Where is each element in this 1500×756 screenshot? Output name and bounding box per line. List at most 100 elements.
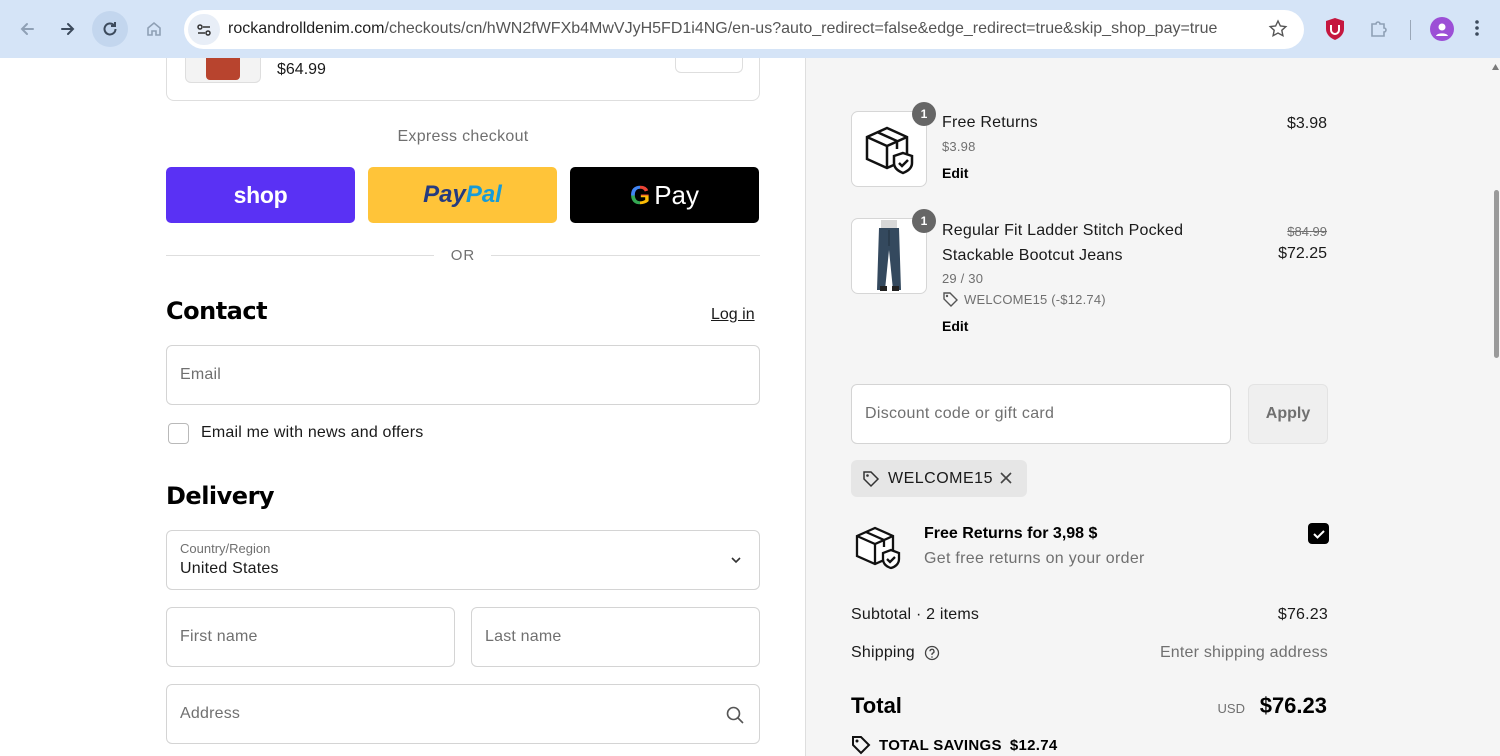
google-pay-label: Pay [654,179,700,210]
edit-item-link[interactable]: Edit [942,165,968,181]
search-icon [726,706,744,724]
tag-icon [943,292,958,307]
tag-icon [863,471,880,488]
total-savings: TOTAL SAVINGS $12.74 [851,735,1058,755]
quantity-badge: 1 [912,102,936,126]
savings-label: TOTAL SAVINGS [879,736,1002,754]
cart-item-card: $64.99 [166,58,760,101]
extensions-button[interactable] [1368,17,1390,44]
divider-left [166,255,434,256]
quantity-selector[interactable] [675,58,743,73]
discount-placeholder: Discount code or gift card [865,405,1055,422]
subtotal-value: $76.23 [1277,606,1328,623]
bookmark-star-button[interactable] [1268,19,1288,44]
address-placeholder: Address [180,705,241,722]
shipping-value: Enter shipping address [1159,644,1328,661]
star-icon [1268,19,1288,38]
country-label: Country/Region [180,541,271,556]
newsletter-label[interactable]: Email me with news and offers [201,424,424,442]
first-name-placeholder: First name [180,628,258,645]
close-icon[interactable] [998,470,1014,486]
url-host: rockandrolldenim.com [228,20,385,37]
express-checkout-title: Express checkout [397,128,529,145]
more-vertical-icon [1475,20,1479,36]
contact-heading: Contact [166,297,268,325]
home-button[interactable] [136,11,172,47]
scrollbar-thumb[interactable] [1494,190,1499,358]
subtotal-row: Subtotal · 2 items $76.23 [851,606,1328,624]
ublock-shield-icon [1326,18,1344,40]
scrollbar[interactable] [1492,58,1500,756]
address-bar[interactable]: rockandrolldenim.com/checkouts/cn/hWN2fW… [184,10,1304,49]
toolbar-divider [1410,20,1411,40]
email-placeholder: Email [180,366,222,383]
total-label: Total [851,693,902,718]
order-item-name: Free Returns [942,114,1038,131]
help-circle-icon[interactable] [924,645,940,661]
or-separator: OR [450,247,476,264]
profile-icon [1436,23,1448,36]
ublock-extension-button[interactable] [1324,17,1346,46]
applied-code-text: WELCOME15 [888,470,993,487]
reload-button[interactable] [92,11,128,47]
free-returns-checkbox[interactable] [1308,523,1329,544]
applied-discount-chip: WELCOME15 [851,460,1027,497]
first-name-field[interactable]: First name [166,607,455,667]
url-path: /checkouts/cn/hWN2fWFXb4MwVJyH5FD1i4NG/e… [384,20,1218,37]
paypal-button[interactable]: Pay Pal [368,167,557,223]
forward-button[interactable] [50,11,86,47]
total-value: $76.23 [1259,693,1327,718]
free-returns-description: Get free returns on your order [924,550,1145,567]
email-field[interactable]: Email [166,345,760,405]
total-currency: USD [1217,701,1245,716]
google-pay-button[interactable]: G Pay [570,167,759,223]
edit-item-link[interactable]: Edit [942,318,968,334]
package-shield-icon [855,526,901,570]
checkout-form-column: $64.99 Express checkout shop Pay Pal G Pay… [0,58,805,756]
shipping-label: Shipping [851,644,915,661]
chevron-down-icon [731,557,741,564]
reload-icon [103,22,117,36]
shop-pay-button[interactable]: shop [166,167,355,223]
savings-value: $12.74 [1009,736,1058,754]
free-returns-title: Free Returns for 3,98 $ [924,525,1098,542]
tag-icon [852,736,871,755]
subtotal-label: Subtotal · 2 items [851,606,980,623]
order-item-variant: $3.98 [942,139,976,154]
arrow-left-icon [20,23,34,35]
shop-pay-logo: shop [233,181,288,208]
browser-menu-button[interactable] [1474,19,1480,42]
discount-code-input[interactable]: Discount code or gift card [851,384,1231,444]
back-button[interactable] [9,11,45,47]
site-info-button[interactable] [188,14,220,45]
browser-toolbar: rockandrolldenim.com/checkouts/cn/hWN2fW… [0,0,1500,58]
newsletter-checkbox[interactable] [168,423,189,444]
country-value: United States [180,560,279,577]
item-price: $64.99 [277,61,326,78]
jeans-image [877,220,901,291]
paypal-logo-part1: Pay [423,181,466,208]
checkmark-icon [1312,529,1325,539]
order-item-variant: 29 / 30 [942,271,984,286]
order-item-price: $72.25 [1278,245,1327,262]
last-name-field[interactable]: Last name [471,607,760,667]
shipping-row: Shipping Enter shipping address [851,644,1328,662]
profile-avatar[interactable] [1430,17,1454,41]
order-item-name: Regular Fit Ladder Stitch Pocked [942,222,1184,239]
product-thumbnail [185,58,261,83]
apply-discount-button[interactable]: Apply [1248,384,1328,444]
arrow-right-icon [61,23,75,35]
order-item-original-price: $84.99 [1287,224,1327,239]
scroll-up-arrow-icon[interactable] [1492,64,1499,70]
paypal-logo-part2: Pal [465,181,502,208]
divider-right [491,255,760,256]
order-item-name-line2: Stackable Bootcut Jeans [942,247,1123,264]
login-link[interactable]: Log in [711,306,755,324]
url-text[interactable]: rockandrolldenim.com/checkouts/cn/hWN2fW… [228,20,1217,38]
address-field[interactable]: Address [166,684,760,744]
order-summary-column: 1 Free Returns $3.98 Edit $3.98 1 Regula… [805,58,1500,756]
country-select[interactable]: Country/Region United States [166,530,760,590]
tune-icon [197,23,211,36]
home-icon [147,21,161,36]
google-g-icon: G [629,179,651,210]
